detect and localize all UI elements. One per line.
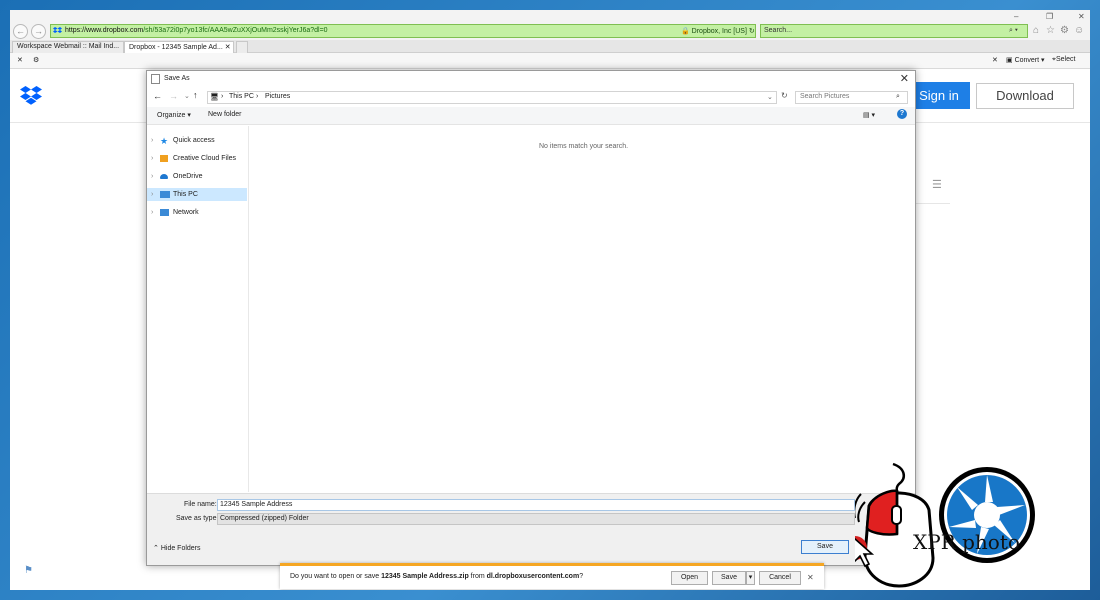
- path-breadcrumb[interactable]: 🖥 › This PC › Pictures ⌄: [207, 91, 777, 104]
- forward-arrow-icon[interactable]: →: [169, 91, 178, 101]
- back-icon[interactable]: ←: [13, 24, 28, 39]
- file-list-area[interactable]: [250, 126, 915, 492]
- new-folder-button[interactable]: New folder: [208, 111, 241, 118]
- restore-icon[interactable]: ❐: [1046, 12, 1053, 21]
- save-dialog-icon: [151, 74, 160, 84]
- download-prompt-text: Do you want to open or save 12345 Sample…: [290, 573, 584, 580]
- network-icon: [160, 209, 169, 216]
- onedrive-icon: [160, 174, 168, 179]
- nav-item-creative-cloud[interactable]: › Creative Cloud Files: [147, 152, 247, 165]
- favorites-star-icon[interactable]: ☆: [1046, 25, 1055, 36]
- help-icon[interactable]: ?: [897, 109, 907, 119]
- gear-icon[interactable]: ⚙: [1060, 25, 1069, 36]
- chevron-up-icon: ⌃: [153, 545, 159, 552]
- back-arrow-icon[interactable]: ←: [153, 91, 162, 101]
- dialog-title: Save As: [164, 75, 190, 82]
- xpr-photo-watermark: XPR photo: [913, 530, 1020, 554]
- dialog-footer: File name: 12345 Sample Address Save as …: [147, 493, 915, 565]
- breadcrumb-this-pc[interactable]: This PC: [229, 93, 254, 100]
- save-as-type-select[interactable]: Compressed (zipped) Folder: [217, 513, 855, 525]
- mouse-click-illustration-icon: [855, 462, 935, 588]
- hide-folders-toggle[interactable]: ⌃ Hide Folders: [153, 544, 201, 552]
- nav-item-this-pc[interactable]: › This PC: [147, 188, 247, 201]
- organize-button[interactable]: Organize ▾: [157, 111, 191, 119]
- address-bar[interactable]: https://www.dropbox.com/sh/53a72i0p7yo13…: [50, 24, 756, 38]
- forward-icon[interactable]: →: [31, 24, 46, 39]
- dropbox-favicon-icon: [53, 27, 62, 33]
- pc-path-icon: 🖥: [210, 94, 219, 101]
- browser-search-input[interactable]: Search... ⌕ ▾: [760, 24, 1028, 38]
- window-controls: – ❐ ✕: [1014, 12, 1090, 22]
- breadcrumb-pictures[interactable]: Pictures: [265, 93, 290, 100]
- file-name-label: File name:: [184, 501, 217, 508]
- computer-icon: [160, 191, 170, 198]
- download-bar-close-icon[interactable]: ✕: [807, 573, 814, 582]
- nav-item-quick-access[interactable]: › ★ Quick access: [147, 134, 247, 147]
- tab-dropbox[interactable]: Dropbox - 12345 Sample Ad... ✕: [124, 41, 234, 53]
- close-toolbar-icon[interactable]: ✕: [17, 56, 23, 64]
- addon-gear-icon[interactable]: ⚙: [33, 56, 39, 64]
- dialog-title-bar[interactable]: Save As ✕: [147, 71, 915, 88]
- path-dropdown-icon[interactable]: ⌄: [767, 93, 773, 101]
- new-tab-button[interactable]: [236, 41, 248, 53]
- file-name-input[interactable]: 12345 Sample Address: [217, 499, 855, 511]
- list-view-icon[interactable]: ☰: [932, 178, 942, 191]
- recent-locations-icon[interactable]: ⌄: [184, 92, 190, 100]
- select-button[interactable]: ⌖Select: [1052, 56, 1075, 64]
- dialog-save-button[interactable]: Save: [801, 540, 849, 554]
- command-bar: ✕ ⚙ ✕ ▣ Convert ▾ ⌖Select: [10, 53, 1090, 69]
- address-row: ← → https://www.dropbox.com/sh/53a72i0p7…: [10, 10, 1090, 40]
- view-options-icon[interactable]: ▤ ▾: [863, 111, 875, 119]
- save-options-dropdown-icon[interactable]: ▾: [746, 571, 755, 585]
- save-as-type-label: Save as type:: [176, 515, 219, 522]
- dropbox-logo-icon[interactable]: [20, 86, 42, 105]
- up-arrow-icon[interactable]: ↑: [193, 90, 198, 100]
- close-icon[interactable]: ✕: [1078, 12, 1085, 21]
- download-save-button[interactable]: Save: [712, 571, 746, 585]
- refresh-icon[interactable]: ↻: [781, 91, 788, 100]
- tab-webmail[interactable]: Workspace Webmail :: Mail Ind...: [12, 41, 124, 53]
- feedback-flag-icon[interactable]: ⚑: [24, 565, 33, 576]
- dialog-toolbar: Organize ▾ New folder ▤ ▾ ?: [147, 107, 915, 125]
- dialog-search-input[interactable]: Search Pictures ⌕: [795, 91, 908, 104]
- save-as-dialog: Save As ✕ ← → ⌄ ↑ 🖥 › This PC › Pictures…: [146, 70, 916, 566]
- download-button[interactable]: Download: [976, 83, 1074, 109]
- tab-strip: Workspace Webmail :: Mail Ind... Dropbox…: [10, 40, 1090, 53]
- navigation-pane: › ★ Quick access › Creative Cloud Files …: [147, 126, 249, 492]
- dialog-close-icon[interactable]: ✕: [900, 72, 909, 85]
- close-convert-icon[interactable]: ✕: [992, 56, 998, 64]
- star-icon: ★: [160, 136, 169, 146]
- open-button[interactable]: Open: [671, 571, 708, 585]
- search-icon[interactable]: ⌕ ▾: [1009, 27, 1018, 35]
- smiley-icon[interactable]: ☺: [1074, 25, 1084, 36]
- nav-item-onedrive[interactable]: › OneDrive: [147, 170, 247, 183]
- path-row: ← → ⌄ ↑ 🖥 › This PC › Pictures ⌄ ↻ Searc…: [147, 89, 915, 106]
- creative-cloud-icon: [160, 155, 168, 162]
- sign-in-button[interactable]: Sign in: [908, 82, 970, 109]
- download-notification-bar: Do you want to open or save 12345 Sample…: [280, 563, 824, 589]
- download-cancel-button[interactable]: Cancel: [759, 571, 801, 585]
- dialog-search-icon[interactable]: ⌕: [896, 93, 900, 101]
- home-icon[interactable]: ⌂: [1033, 25, 1039, 36]
- nav-item-network[interactable]: › Network: [147, 206, 247, 219]
- empty-results-message: No items match your search.: [539, 143, 629, 150]
- convert-button[interactable]: ▣ Convert ▾: [1006, 56, 1045, 64]
- certificate-label[interactable]: 🔒 Dropbox, Inc [US] ↻: [681, 27, 755, 35]
- minimize-icon[interactable]: –: [1014, 12, 1018, 21]
- tab-close-icon[interactable]: ✕: [225, 44, 231, 51]
- url-text: https://www.dropbox.com/sh/53a72i0p7yo13…: [65, 27, 328, 34]
